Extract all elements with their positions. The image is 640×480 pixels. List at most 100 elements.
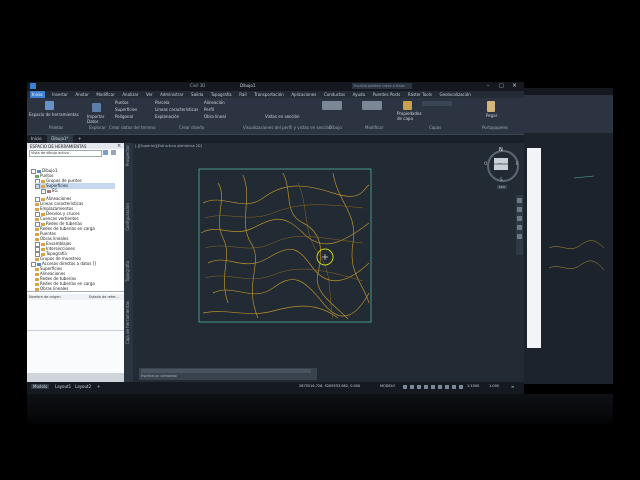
steering-wheel-icon[interactable] [517,198,522,203]
ribbon-tab-insertar[interactable]: Insertar [52,91,68,98]
customize-menu-icon[interactable]: ≡ [511,384,514,389]
drawing-canvas[interactable]: [-][Superior][Estructura alámbrica 2D] N… [133,143,524,382]
feature-lines-button[interactable]: Líneas características [155,107,198,112]
model-space-toggle[interactable]: MODELO [380,384,395,388]
paste-button[interactable]: Pegar [486,113,497,118]
annotation-scale[interactable]: 1:1000 [467,384,479,388]
grid-col-status[interactable]: Estado de refer... [89,295,119,299]
ribbon-tab-transportacion[interactable]: Transportación [254,91,284,98]
orbit-icon[interactable] [517,225,522,230]
toolspace-refresh-icon[interactable] [111,150,116,155]
import-data-button[interactable]: Importar Datos [87,114,104,124]
ribbon-tab-inicio[interactable]: Inicio [30,91,45,98]
file-tabs: Inicio Dibujo1* + [27,135,524,143]
ribbon-tab-rail[interactable]: Raíl [239,91,246,98]
expand-icon[interactable] [35,183,40,189]
group-label-dibujo: Dibujo [329,125,342,130]
viewcube-north[interactable]: N [499,147,503,153]
viewcube-face[interactable]: SUPERIOR [494,158,508,170]
title-bar: Civil 3D Dibujo1 Escriba palabra clave o… [27,82,524,91]
profile-button[interactable]: Perfil [204,107,214,112]
viewcube-east[interactable]: E [516,161,519,166]
layer-properties-icon[interactable] [403,101,412,110]
pan-icon[interactable] [517,207,522,212]
alignment-button[interactable]: Alineación [204,100,225,105]
side-tab-caja[interactable]: Caja de herramientas [125,301,130,344]
command-history [141,369,311,373]
clipboard-icon[interactable] [487,101,495,112]
maximize-icon[interactable]: □ [499,83,504,89]
toolspace-button[interactable]: Espacio de herramientas [29,112,79,117]
file-tab-dibujo1[interactable]: Dibujo1* [47,135,73,143]
zoom-readout[interactable]: 1.000 [489,384,499,388]
side-tab-topografia[interactable]: Topografía [125,261,130,282]
toolspace-view-dropdown[interactable]: Vista de dibujo activo [29,150,102,157]
new-tab-button[interactable]: + [74,135,85,143]
topography-drawing [198,168,372,323]
app-logo-icon[interactable] [30,83,36,89]
expand-icon[interactable] [41,188,46,194]
import-data-icon[interactable] [92,103,101,112]
minor-contour-lines [204,182,364,320]
close-icon[interactable]: × [512,82,517,89]
ribbon-tab-conductos[interactable]: Conductos [324,91,345,98]
ribbon-tab-modificar[interactable]: Modificar [96,91,114,98]
viewcube-west[interactable]: O [484,161,487,166]
toolspace-option-icon[interactable] [103,150,108,155]
section-views-button[interactable]: Vistas en sección [265,114,300,119]
ribbon-tab-analizar[interactable]: Analizar [122,91,138,98]
ribbon-tab-anotar[interactable]: Anotar [75,91,88,98]
corridor-button[interactable]: Obra lineal [204,114,226,119]
secondary-list-panel [527,148,541,348]
layout-tab-layout1[interactable]: Layout1 [55,384,71,389]
ribbon-tab-aplicaciones[interactable]: Aplicaciones [291,91,316,98]
parcel-button[interactable]: Parcela [155,100,169,105]
ribbon-tab-raster[interactable]: Ráster Tools [408,91,432,98]
ribbon-tab-ver[interactable]: Ver [146,91,153,98]
status-toggle-icons[interactable] [403,385,463,389]
app-title: Civil 3D [190,83,206,88]
close-icon[interactable]: × [117,143,121,149]
side-tab-configuracion[interactable]: Configuración [125,203,130,231]
wcs-menu[interactable]: SCU [497,185,507,189]
command-input[interactable]: Escriba un comando [141,374,177,378]
draw-tools-icon[interactable] [322,101,342,110]
ribbon-panel: Espacio de herramientas Importar Datos P… [27,98,524,135]
toolspace-icon[interactable] [45,101,54,110]
surfaces-button[interactable]: Superficies [115,107,137,112]
group-label-explorar: Explorar [89,125,106,130]
add-layout-icon[interactable]: + [97,384,100,389]
ribbon-tab-topografia[interactable]: Topografía [211,91,232,98]
horizontal-scrollbar[interactable] [27,373,124,382]
modify-tools-icon[interactable] [362,101,382,110]
ribbon-tab-puentes[interactable]: Puentes Posts [373,91,401,98]
viewcube-south[interactable]: S [500,177,503,182]
ribbon-tab-ayuda[interactable]: Ayuda [353,91,365,98]
surface-boundary [198,168,372,323]
viewcube[interactable]: N O E S SUPERIOR [484,147,519,182]
group-label-portapapeles: Portapapeles [482,125,509,130]
layer-dropdown[interactable] [422,101,452,106]
traverse-button[interactable]: Polígonal [115,114,133,119]
minimize-icon[interactable]: – [487,83,490,89]
group-label-terreno: Crear datos del terreno [109,125,156,130]
layout-tab-modelo[interactable]: Modelo [31,384,50,389]
ribbon-tab-administrar[interactable]: Administrar [160,91,183,98]
group-label-perfiles: Visualizaciones del perfil y vistas en s… [243,125,332,130]
side-tab-prospector[interactable]: Prospector [125,145,130,166]
layer-properties-button[interactable]: Propiedades de capa [397,111,422,121]
zoom-icon[interactable] [517,216,522,221]
file-tab-inicio[interactable]: Inicio [27,135,46,143]
layout-tab-layout2[interactable]: Layout2 [75,384,91,389]
toolspace-panel: ESPACIO DE HERRAMIENTAS × Vista de dibuj… [27,143,124,382]
search-input[interactable]: Escriba palabra clave o frase [352,83,412,89]
command-line: Escriba un comando [139,368,317,380]
ribbon-tab-geolocalizacion[interactable]: Geolocalización [440,91,471,98]
points-button[interactable]: Puntos [115,100,129,105]
ribbon-tab-salida[interactable]: Salida [191,91,203,98]
grading-button[interactable]: Explanación [155,114,179,119]
showmotion-icon[interactable] [517,234,522,239]
tree-item[interactable]: EG [41,188,58,194]
grid-col-name[interactable]: Nombre de origen [29,295,61,299]
floor-reflection [27,394,613,424]
